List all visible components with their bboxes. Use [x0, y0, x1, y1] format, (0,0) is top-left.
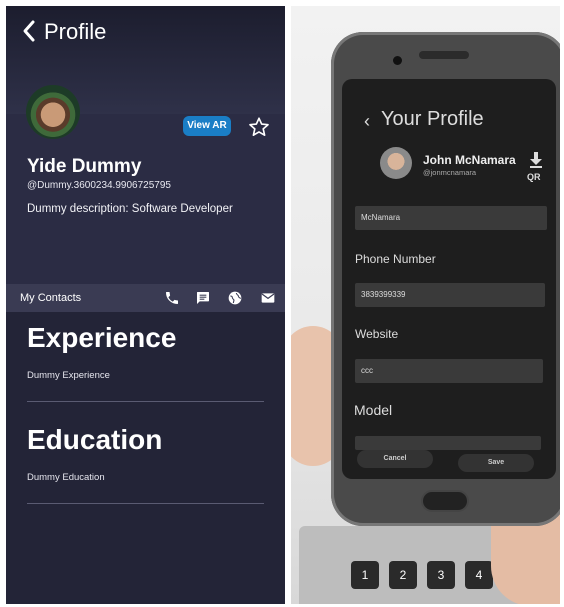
cancel-button: Cancel: [357, 450, 433, 468]
key: 4: [465, 561, 493, 589]
save-button: Save: [458, 454, 534, 472]
view-ar-button[interactable]: View AR: [183, 116, 231, 136]
speaker: [419, 51, 469, 59]
my-contacts-label: My Contacts: [20, 292, 82, 304]
divider: [27, 401, 264, 402]
surname-field: McNamara: [355, 206, 547, 230]
page-title: Profile: [44, 19, 107, 44]
experience-text: Dummy Experience: [27, 370, 110, 381]
phone-number-field: 3839399339: [355, 283, 545, 307]
profile-description: Dummy description: Software Developer: [27, 203, 233, 215]
profile-name: Yide Dummy: [27, 156, 142, 177]
profile-app-screen: Profile View AR Yide Dummy @Dummy.360023…: [6, 6, 285, 604]
model-label: Model: [354, 402, 393, 418]
back-arrow-icon: ‹: [364, 111, 370, 131]
phone-screen: [342, 79, 556, 479]
download-icon: [530, 152, 542, 168]
profile-panel: [6, 114, 285, 284]
model-field: [355, 436, 541, 450]
star-icon[interactable]: [248, 116, 270, 138]
phone-profile-name: John McNamara: [423, 153, 516, 167]
avatar: [26, 85, 80, 139]
divider: [27, 503, 264, 504]
key: 3: [427, 561, 455, 589]
mail-icon[interactable]: [260, 290, 276, 306]
website-field: ccc: [355, 359, 543, 383]
phone-page-title: Your Profile: [381, 108, 484, 130]
camera: [393, 56, 402, 65]
key: 1: [351, 561, 379, 589]
key: 2: [389, 561, 417, 589]
home-button: [421, 490, 469, 512]
phone-icon[interactable]: [164, 290, 180, 306]
globe-icon[interactable]: [227, 290, 243, 306]
message-icon[interactable]: [195, 290, 211, 306]
phone-number-label: Phone Number: [355, 252, 436, 266]
back-arrow-icon[interactable]: [20, 18, 38, 44]
avatar: [380, 147, 412, 179]
phone-photo: 1 2 3 4 5 ‹ Your Profile John McNamara @…: [291, 6, 560, 604]
experience-heading: Experience: [27, 322, 177, 353]
phone-profile-handle: @jonmcnamara: [423, 168, 477, 177]
qr-label: QR: [527, 172, 541, 182]
profile-handle: @Dummy.3600234.9906725795: [27, 180, 171, 191]
education-heading: Education: [27, 424, 163, 455]
contacts-bar: My Contacts: [6, 284, 285, 312]
education-text: Dummy Education: [27, 472, 105, 483]
website-label: Website: [355, 327, 399, 341]
